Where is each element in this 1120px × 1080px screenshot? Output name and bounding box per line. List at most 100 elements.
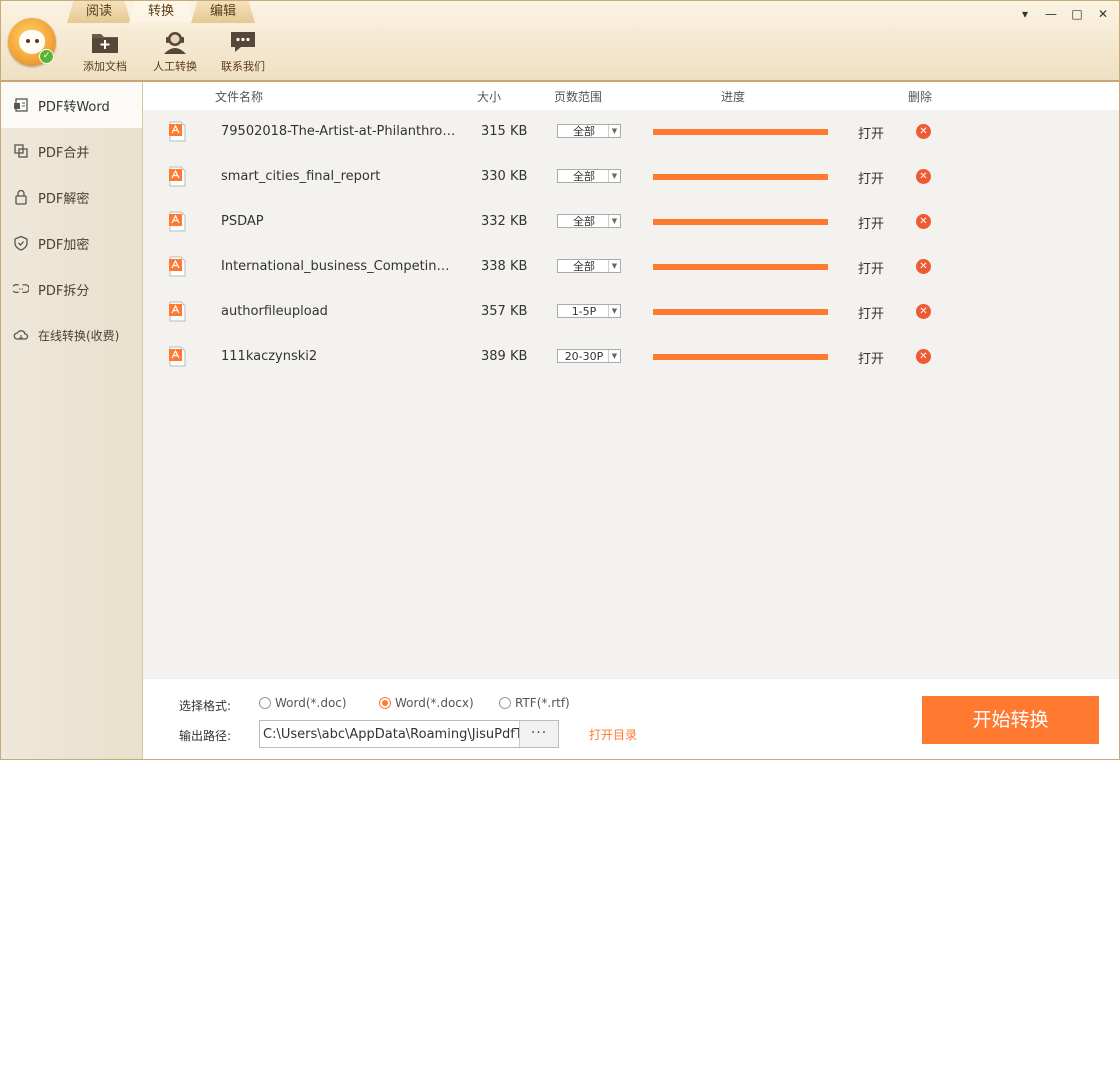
header-size: 大小 <box>477 90 502 104</box>
table-row[interactable]: 111kaczynski2 389 KB 20-30P ▼ 打开 ✕ <box>143 336 1119 381</box>
file-size: 357 KB <box>481 304 528 319</box>
delete-icon[interactable]: ✕ <box>916 259 931 274</box>
format-docx-radio[interactable]: Word(*.docx) <box>379 696 474 710</box>
output-path-field[interactable]: C:\Users\abc\AppData\Roaming\JisuPdfTo ·… <box>259 720 559 748</box>
file-size: 389 KB <box>481 349 528 364</box>
menu-dropdown-icon[interactable]: ▾ <box>1015 5 1035 23</box>
progress-fill <box>653 129 828 135</box>
file-size: 330 KB <box>481 169 528 184</box>
radio-icon <box>259 697 271 709</box>
add-document-button[interactable]: 添加文档 <box>73 29 137 74</box>
radio-selected-icon <box>379 697 391 709</box>
browse-button[interactable]: ··· <box>519 721 558 747</box>
table-row[interactable]: International_business_Competing_in_t...… <box>143 246 1119 291</box>
progress-bar <box>653 129 828 135</box>
pdf-file-icon <box>169 166 186 187</box>
sidebar-item-label: 在线转换(收费) <box>38 328 120 343</box>
page-range-select[interactable]: 全部 ▼ <box>557 124 621 138</box>
check-icon: ✓ <box>39 49 54 64</box>
format-rtf-radio[interactable]: RTF(*.rtf) <box>499 696 570 710</box>
manual-convert-label: 人工转换 <box>153 60 197 73</box>
sidebar-item-online-convert[interactable]: 在线转换(收费) <box>1 312 142 358</box>
contact-us-button[interactable]: 联系我们 <box>211 29 275 74</box>
sidebar-item-pdf-split[interactable]: PDF拆分 <box>1 266 142 312</box>
page-range-value: 20-30P <box>564 350 604 363</box>
table-row[interactable]: 79502018-The-Artist-at-Philanthropist-..… <box>143 111 1119 156</box>
add-document-label: 添加文档 <box>83 60 127 73</box>
output-path-value[interactable]: C:\Users\abc\AppData\Roaming\JisuPdfTo <box>263 727 519 742</box>
format-doc-radio[interactable]: Word(*.doc) <box>259 696 347 710</box>
sidebar-item-label: PDF转Word <box>38 99 110 115</box>
page-range-select[interactable]: 1-5P ▼ <box>557 304 621 318</box>
file-size: 338 KB <box>481 259 528 274</box>
chevron-down-icon[interactable]: ▼ <box>608 170 620 182</box>
chevron-down-icon[interactable]: ▼ <box>608 125 620 137</box>
sidebar: PDF转Word PDF合并 PDF解密 PDF加密 PDF拆分 在线转换(收费… <box>1 82 143 759</box>
sidebar-item-pdf-encrypt[interactable]: PDF加密 <box>1 220 142 266</box>
minimize-icon[interactable]: — <box>1041 5 1061 23</box>
progress-bar <box>653 309 828 315</box>
file-name: 79502018-The-Artist-at-Philanthropist-..… <box>221 124 456 139</box>
delete-icon[interactable]: ✕ <box>916 169 931 184</box>
open-file-button[interactable]: 打开 <box>858 258 884 277</box>
page-range-select[interactable]: 全部 ▼ <box>557 214 621 228</box>
tab-read[interactable]: 阅读 <box>67 1 131 23</box>
header-progress: 进度 <box>721 90 746 104</box>
close-icon[interactable]: ✕ <box>1093 5 1113 23</box>
open-directory-link[interactable]: 打开目录 <box>589 726 637 743</box>
page-range-select[interactable]: 20-30P ▼ <box>557 349 621 363</box>
chat-icon <box>231 32 255 52</box>
delete-icon[interactable]: ✕ <box>916 304 931 319</box>
table-row[interactable]: authorfileupload 357 KB 1-5P ▼ 打开 ✕ <box>143 291 1119 336</box>
pdf-file-icon <box>169 121 186 142</box>
open-file-button[interactable]: 打开 <box>858 348 884 367</box>
format-rtf-label: RTF(*.rtf) <box>515 696 570 710</box>
open-file-button[interactable]: 打开 <box>858 213 884 232</box>
format-doc-label: Word(*.doc) <box>275 696 347 710</box>
open-file-button[interactable]: 打开 <box>858 303 884 322</box>
delete-icon[interactable]: ✕ <box>916 124 931 139</box>
sidebar-item-label: PDF拆分 <box>38 283 90 299</box>
app-logo: ✓ <box>8 18 56 66</box>
chevron-down-icon[interactable]: ▼ <box>608 260 620 272</box>
manual-convert-button[interactable]: 人工转换 <box>143 29 207 74</box>
contact-us-label: 联系我们 <box>221 60 265 73</box>
page-range-select[interactable]: 全部 ▼ <box>557 169 621 183</box>
sidebar-item-label: PDF合并 <box>38 145 90 161</box>
progress-bar <box>653 264 828 270</box>
chevron-down-icon[interactable]: ▼ <box>608 305 620 317</box>
open-file-button[interactable]: 打开 <box>858 123 884 142</box>
progress-bar <box>653 219 828 225</box>
chevron-down-icon[interactable]: ▼ <box>608 215 620 227</box>
page-range-select[interactable]: 全部 ▼ <box>557 259 621 273</box>
open-file-button[interactable]: 打开 <box>858 168 884 187</box>
table-row[interactable]: PSDAP 332 KB 全部 ▼ 打开 ✕ <box>143 201 1119 246</box>
progress-bar <box>653 174 828 180</box>
progress-fill <box>653 309 828 315</box>
pdf-file-icon <box>169 346 186 367</box>
agent-icon <box>164 32 186 54</box>
start-convert-button[interactable]: 开始转换 <box>922 696 1099 744</box>
window-controls: ▾ — □ ✕ <box>1015 5 1113 23</box>
maximize-icon[interactable]: □ <box>1067 5 1087 23</box>
page-range-value: 全部 <box>573 125 595 138</box>
delete-icon[interactable]: ✕ <box>916 214 931 229</box>
word-doc-icon <box>14 98 28 112</box>
bottom-panel: 选择格式: Word(*.doc) Word(*.docx) RTF(*.rtf… <box>143 678 1119 759</box>
sidebar-item-pdf-merge[interactable]: PDF合并 <box>1 128 142 174</box>
tab-convert[interactable]: 转换 <box>129 1 193 23</box>
file-name: smart_cities_final_report <box>221 169 381 184</box>
delete-icon[interactable]: ✕ <box>916 349 931 364</box>
sidebar-item-label: PDF加密 <box>38 237 90 253</box>
cloud-icon <box>13 330 29 340</box>
progress-fill <box>653 219 828 225</box>
sidebar-item-pdf-to-word[interactable]: PDF转Word <box>1 82 142 128</box>
tab-edit[interactable]: 编辑 <box>191 1 255 23</box>
add-folder-icon <box>92 34 118 53</box>
progress-fill <box>653 354 828 360</box>
sidebar-item-pdf-decrypt[interactable]: PDF解密 <box>1 174 142 220</box>
path-label: 输出路径: <box>179 729 232 743</box>
toolbar: ✓ 阅读 转换 编辑 添加文档 人工转换 联系我们 ▾ — □ ✕ <box>1 1 1119 82</box>
chevron-down-icon[interactable]: ▼ <box>608 350 620 362</box>
table-row[interactable]: smart_cities_final_report 330 KB 全部 ▼ 打开 ✕ <box>143 156 1119 201</box>
